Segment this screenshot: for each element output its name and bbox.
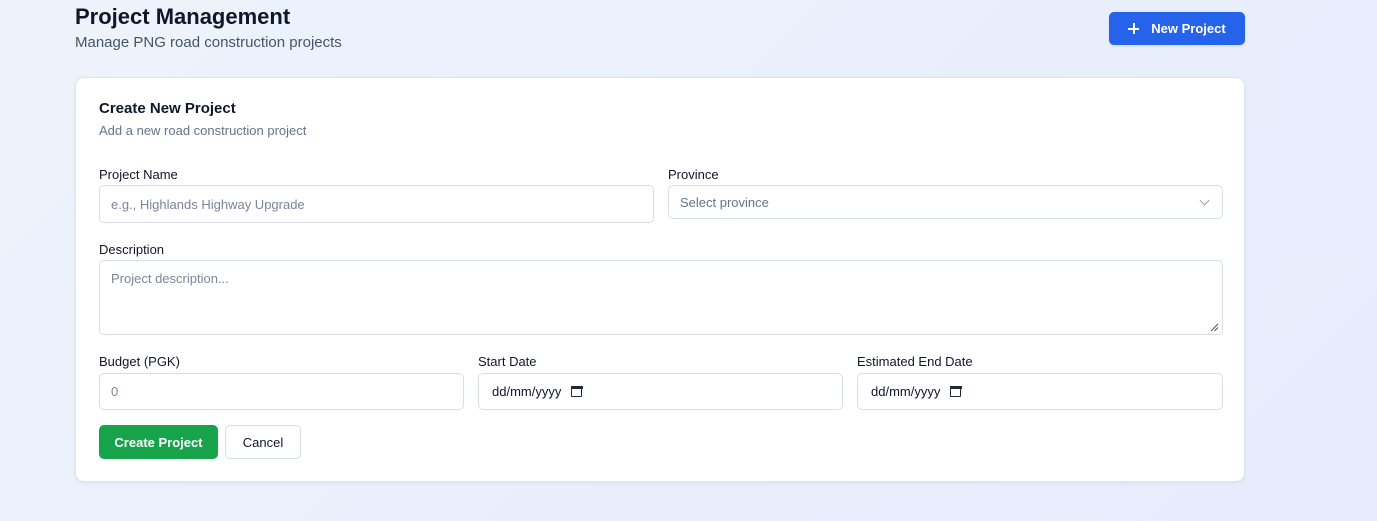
cancel-button[interactable]: Cancel: [225, 425, 301, 459]
create-project-button[interactable]: Create Project: [99, 425, 218, 459]
chevron-down-icon: [1199, 195, 1210, 205]
province-select-value: Select province: [680, 194, 769, 210]
create-project-form: Create New Project Add a new road constr…: [75, 77, 1245, 482]
resize-handle-icon[interactable]: [1209, 322, 1219, 332]
start-date-value: dd/mm/yyyy: [492, 384, 562, 399]
end-date-input[interactable]: dd/mm/yyyy: [857, 373, 1223, 410]
description-label: Description: [99, 242, 165, 257]
new-project-label: New Project: [1151, 21, 1226, 36]
calendar-icon[interactable]: [949, 385, 962, 397]
project-name-label: Project Name: [99, 167, 178, 182]
page-title: Project Management: [75, 4, 291, 29]
calendar-icon[interactable]: [570, 385, 583, 397]
start-date-input[interactable]: dd/mm/yyyy: [478, 373, 843, 410]
budget-input[interactable]: [99, 373, 464, 410]
end-date-label: Estimated End Date: [857, 354, 973, 369]
page-header: Project Management Manage PNG road const…: [75, 4, 1245, 54]
province-label: Province: [668, 167, 719, 182]
plus-icon: [1128, 23, 1140, 34]
project-name-input[interactable]: [99, 185, 654, 223]
page-subtitle: Manage PNG road construction projects: [75, 34, 342, 51]
description-textarea[interactable]: [99, 260, 1223, 335]
start-date-label: Start Date: [478, 354, 537, 369]
form-title: Create New Project: [99, 100, 236, 117]
form-subtitle: Add a new road construction project: [99, 123, 307, 138]
budget-label: Budget (PGK): [99, 354, 180, 369]
end-date-value: dd/mm/yyyy: [871, 384, 941, 399]
new-project-button[interactable]: New Project: [1109, 12, 1245, 45]
province-select[interactable]: Select province: [668, 185, 1223, 219]
